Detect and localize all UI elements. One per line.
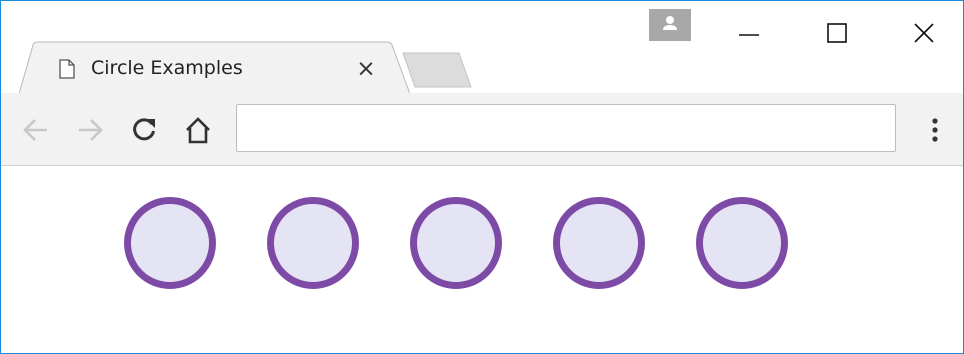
circle-5 [696,197,788,289]
circle-1 [124,197,216,289]
new-tab-button[interactable] [401,51,473,89]
minimize-icon[interactable] [737,23,761,47]
circle-3 [410,197,502,289]
browser-window: Circle Examples × [0,0,964,354]
circle-4 [553,197,645,289]
tab-circle-examples[interactable]: Circle Examples × [19,41,411,95]
arrow-right-icon[interactable] [75,115,105,145]
home-icon[interactable] [183,115,213,145]
title-bar: Circle Examples × [1,1,963,95]
circle-2 [267,197,359,289]
browser-toolbar [1,93,963,166]
tab-title: Circle Examples [91,57,243,79]
address-bar[interactable] [236,104,896,152]
page-icon [59,59,75,83]
kebab-menu-icon[interactable] [925,115,945,145]
reload-icon[interactable] [129,115,159,145]
close-icon[interactable] [912,21,936,45]
maximize-icon[interactable] [825,21,849,45]
arrow-left-icon[interactable] [21,115,51,145]
profile-icon[interactable] [649,9,691,41]
tab-close-button[interactable]: × [355,57,377,80]
page-content [1,166,963,353]
